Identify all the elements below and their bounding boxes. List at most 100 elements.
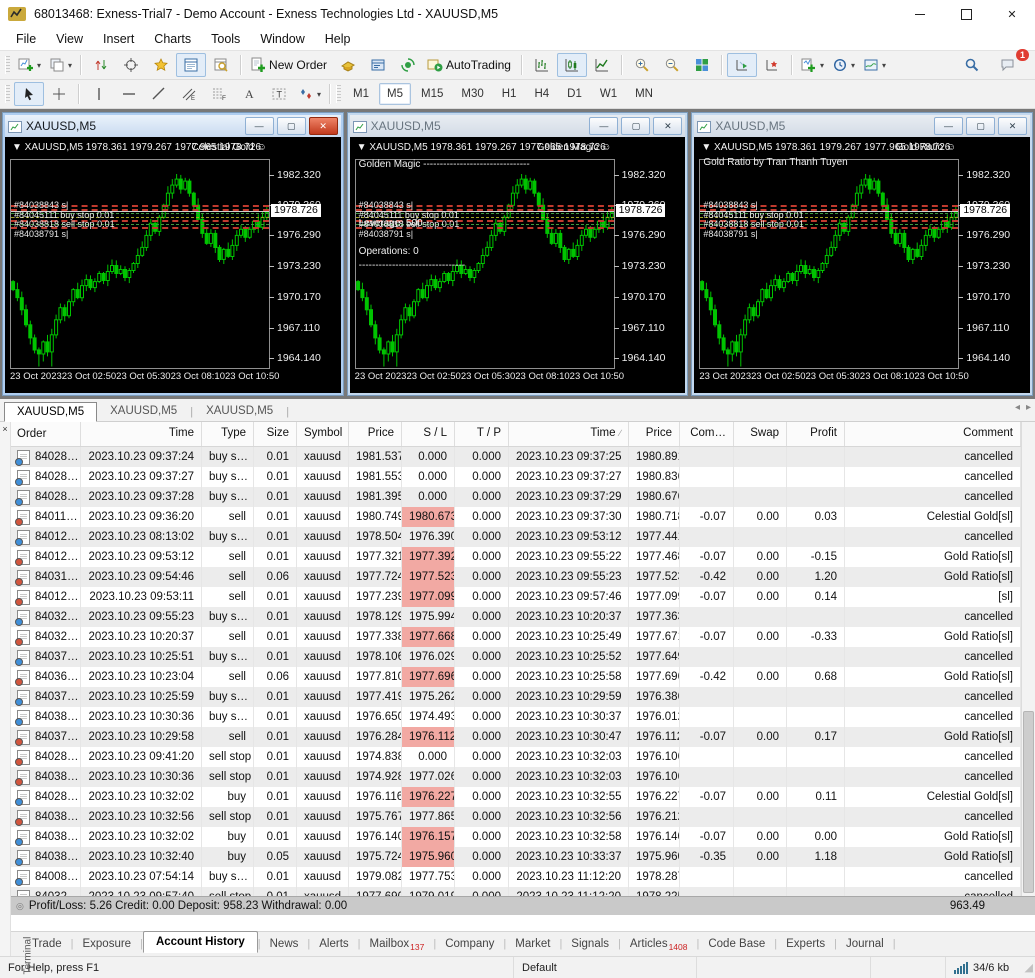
table-row[interactable]: 84037… 2023.10.23 10:25:59 buy s… 0.01 xauus… xyxy=(11,687,1021,707)
table-row[interactable]: 84028… 2023.10.23 09:37:24 buy s… 0.01 xauus… xyxy=(11,447,1021,467)
chart-tab-2[interactable]: XAUUSD,M5 xyxy=(97,401,190,421)
timeframe-m1-button[interactable]: M1 xyxy=(345,83,377,105)
search-button[interactable] xyxy=(957,53,987,77)
timeframe-m15-button[interactable]: M15 xyxy=(413,83,451,105)
table-row[interactable]: 84028… 2023.10.23 09:37:27 buy s… 0.01 xauus… xyxy=(11,467,1021,487)
dropdown-arrow-icon[interactable]: ▾ xyxy=(316,90,322,99)
table-row[interactable]: 84012… 2023.10.23 09:53:11 sell 0.01 xauusd 1… xyxy=(11,587,1021,607)
signals-service-button[interactable] xyxy=(393,53,423,77)
table-row[interactable]: 84038… 2023.10.23 10:30:36 sell stop 0.01 xa… xyxy=(11,767,1021,787)
favorites-button[interactable] xyxy=(146,53,176,77)
fibonacci-button[interactable]: F xyxy=(204,82,234,106)
dropdown-arrow-icon[interactable]: ▾ xyxy=(819,61,825,70)
notifications-button[interactable]: 1 xyxy=(993,49,1029,77)
chart-canvas[interactable]: ▼ XAUUSD,M5 1978.361 1979.267 1977.965 1… xyxy=(349,137,686,393)
table-row[interactable]: 84038… 2023.10.23 10:32:02 buy 0.01 xauusd 19… xyxy=(11,827,1021,847)
menu-window[interactable]: Window xyxy=(250,30,314,48)
menu-tools[interactable]: Tools xyxy=(201,30,250,48)
terminal-tab-journal[interactable]: Journal xyxy=(837,934,893,954)
zoom-in-button[interactable] xyxy=(627,53,657,77)
terminal-tab-market[interactable]: Market xyxy=(506,934,559,954)
horizontal-line-button[interactable] xyxy=(114,82,144,106)
terminal-tab-code-base[interactable]: Code Base xyxy=(699,934,774,954)
chart-minimize-button[interactable]: — xyxy=(589,117,619,135)
dropdown-arrow-icon[interactable]: ▾ xyxy=(36,61,42,70)
chart-restore-button[interactable]: ▢ xyxy=(621,117,651,135)
table-row[interactable]: 84028… 2023.10.23 10:32:02 buy 0.01 xauusd 19… xyxy=(11,787,1021,807)
maximize-button[interactable] xyxy=(943,0,989,28)
column-header-price[interactable]: Price xyxy=(349,422,402,446)
terminal-tab-signals[interactable]: Signals xyxy=(562,934,618,954)
toolbar-grip[interactable] xyxy=(5,85,10,103)
minimize-button[interactable] xyxy=(897,0,943,28)
table-row[interactable]: 84038… 2023.10.23 10:32:40 buy 0.05 xauusd 19… xyxy=(11,847,1021,867)
new-chart-button[interactable]: ▾ xyxy=(14,53,45,77)
table-row[interactable]: 84012… 2023.10.23 08:13:02 buy s… 0.01 xauus… xyxy=(11,527,1021,547)
arrows-button[interactable]: ▾ xyxy=(294,82,325,106)
column-header-profit[interactable]: Profit xyxy=(787,422,845,446)
chart-close-button[interactable]: ✕ xyxy=(653,117,683,135)
chart-tab-1[interactable]: XAUUSD,M5 xyxy=(4,402,98,422)
chart-restore-button[interactable]: ▢ xyxy=(276,117,306,135)
market-watch-button[interactable] xyxy=(176,53,207,77)
table-row[interactable]: 84037… 2023.10.23 10:29:58 sell 0.01 xauusd 1… xyxy=(11,727,1021,747)
tile-windows-button[interactable] xyxy=(687,53,717,77)
tab-scroll-right-icon[interactable]: ▸ xyxy=(1026,402,1031,413)
table-row[interactable]: 84012… 2023.10.23 09:53:12 sell 0.01 xauusd 1… xyxy=(11,547,1021,567)
scrollbar-thumb[interactable] xyxy=(1023,711,1034,894)
table-row[interactable]: 84037… 2023.10.23 10:25:51 buy s… 0.01 xauus… xyxy=(11,647,1021,667)
add-indicator-button[interactable]: ▾ xyxy=(797,53,828,77)
terminal-tab-alerts[interactable]: Alerts xyxy=(310,934,357,954)
chart-close-button[interactable]: ✕ xyxy=(308,117,338,135)
text-button[interactable]: A xyxy=(234,82,264,106)
table-row[interactable]: 84036… 2023.10.23 10:23:04 sell 0.06 xauusd 1… xyxy=(11,667,1021,687)
column-header-comment[interactable]: Comment xyxy=(845,422,1021,446)
column-header-swap[interactable]: Swap xyxy=(734,422,787,446)
chart-shift-button[interactable] xyxy=(86,53,116,77)
terminal-tab-exposure[interactable]: Exposure xyxy=(73,934,140,954)
timeframe-w1-button[interactable]: W1 xyxy=(592,83,625,105)
menu-charts[interactable]: Charts xyxy=(144,30,201,48)
chart-minimize-button[interactable]: — xyxy=(934,117,964,135)
terminal-tab-trade[interactable]: Trade xyxy=(23,934,71,954)
chart-canvas[interactable]: ▼ XAUUSD,M5 1978.361 1979.267 1977.965 1… xyxy=(694,137,1031,393)
equidistant-channel-button[interactable]: E xyxy=(174,82,204,106)
column-header-com-[interactable]: Com… xyxy=(680,422,734,446)
column-header-order[interactable]: Order xyxy=(11,422,81,446)
indicators-button[interactable] xyxy=(726,53,757,77)
status-profile[interactable]: Default xyxy=(514,957,697,978)
indicators-favorites-button[interactable] xyxy=(757,53,787,77)
terminal-tab-mailbox[interactable]: Mailbox137 xyxy=(361,934,434,954)
dropdown-arrow-icon[interactable]: ▾ xyxy=(850,61,856,70)
table-row[interactable]: 84032… 2023.10.23 10:20:37 sell 0.01 xauusd 1… xyxy=(11,627,1021,647)
profiles-button[interactable]: ▾ xyxy=(45,53,76,77)
data-window-button[interactable] xyxy=(206,53,236,77)
resize-grip-icon[interactable]: ◢ xyxy=(1025,961,1035,974)
cursor-button[interactable] xyxy=(14,82,44,106)
column-header-size[interactable]: Size xyxy=(254,422,297,446)
terminal-tab-company[interactable]: Company xyxy=(436,934,503,954)
terminal-panel-button[interactable] xyxy=(363,53,393,77)
timeframe-h1-button[interactable]: H1 xyxy=(494,83,525,105)
chart-tab-3[interactable]: XAUUSD,M5 xyxy=(193,401,286,421)
table-scrollbar[interactable] xyxy=(1021,422,1035,896)
chart-window-titlebar[interactable]: XAUUSD,M5 — ▢ ✕ xyxy=(694,115,1031,137)
table-row[interactable]: 84011… 2023.10.23 09:36:20 sell 0.01 xauusd 1… xyxy=(11,507,1021,527)
chart-close-button[interactable]: ✕ xyxy=(998,117,1028,135)
terminal-tab-account-history[interactable]: Account History xyxy=(142,931,258,953)
terminal-tab-news[interactable]: News xyxy=(261,934,308,954)
zoom-out-button[interactable] xyxy=(657,53,687,77)
templates-button[interactable]: ▾ xyxy=(859,53,890,77)
text-label-button[interactable]: T xyxy=(264,82,294,106)
expert-advisors-button[interactable] xyxy=(333,53,363,77)
autotrading-button[interactable]: AutoTrading xyxy=(423,53,517,77)
chart-window-titlebar[interactable]: XAUUSD,M5 — ▢ ✕ xyxy=(5,115,341,137)
terminal-close-button[interactable]: × xyxy=(0,423,10,435)
column-header-time[interactable]: Time xyxy=(81,422,202,446)
menu-view[interactable]: View xyxy=(46,30,93,48)
timeframe-mn-button[interactable]: MN xyxy=(627,83,661,105)
trendline-button[interactable] xyxy=(144,82,174,106)
tab-scroll-left-icon[interactable]: ◂ xyxy=(1015,402,1020,413)
chart-canvas[interactable]: ▼ XAUUSD,M5 1978.361 1979.267 1977.965 1… xyxy=(5,137,341,393)
table-row[interactable]: 84031… 2023.10.23 09:54:46 sell 0.06 xauusd 1… xyxy=(11,567,1021,587)
